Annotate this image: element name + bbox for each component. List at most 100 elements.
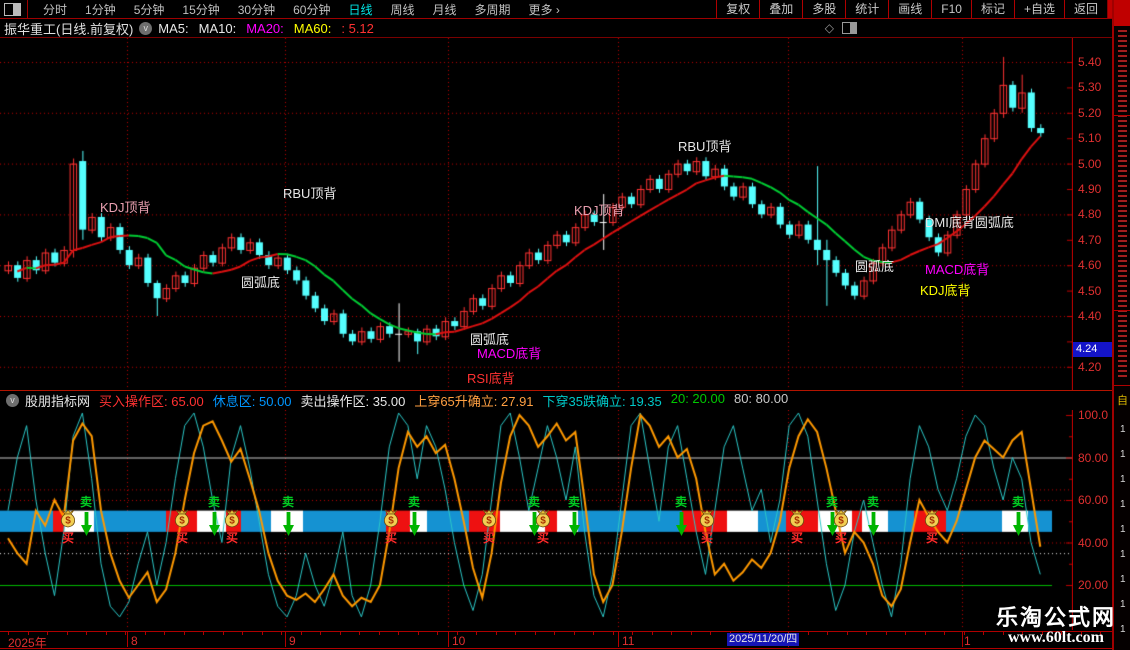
axis-tick bbox=[846, 632, 848, 635]
diamond-icon[interactable]: ◇ bbox=[825, 21, 834, 35]
toolbar-button-画线[interactable]: 画线 bbox=[888, 0, 931, 18]
date-axis[interactable]: 2025年 8 9 10 11 1 2025/11/20/四 bbox=[0, 631, 1113, 650]
svg-text:$: $ bbox=[794, 516, 800, 527]
axis-tick bbox=[671, 632, 672, 635]
date-label: 9 bbox=[289, 634, 296, 648]
indicator-param: 上穿65升确立: 27.91 bbox=[414, 393, 534, 409]
right-sidebar-strip[interactable]: 自 1 1 1 1 1 1 1 1 1 bbox=[1112, 0, 1130, 650]
axis-tick bbox=[593, 632, 594, 635]
period-tabs: 分时 1分钟 5分钟 15分钟 30分钟 60分钟 日线 周线 月线 多周期 更多 › bbox=[34, 1, 569, 18]
period-tab-周线[interactable]: 周线 bbox=[381, 1, 423, 18]
indicator-axis-label: 40.00 bbox=[1078, 535, 1109, 550]
strip-header-block bbox=[1114, 0, 1130, 26]
toolbar-button-返回[interactable]: 返回 bbox=[1063, 0, 1107, 18]
buy-signal-label: 买 bbox=[226, 531, 239, 545]
sell-signal-label: 卖 bbox=[568, 495, 581, 509]
axis-tick bbox=[905, 632, 906, 635]
pane-toggle-icon[interactable] bbox=[842, 22, 857, 34]
chevron-down-icon[interactable]: v bbox=[6, 393, 19, 407]
period-tab-日线[interactable]: 日线 bbox=[339, 1, 381, 18]
sell-signal-label: 卖 bbox=[282, 495, 295, 509]
moneybag-icon: $ bbox=[58, 509, 78, 530]
period-tab-1分钟[interactable]: 1分钟 bbox=[76, 1, 125, 18]
price-axis-label: 4.70 bbox=[1078, 232, 1102, 247]
moneybag-icon: $ bbox=[479, 509, 499, 530]
sell-signal-label: 卖 bbox=[528, 495, 541, 509]
axis-tick bbox=[476, 632, 477, 635]
chart-annotation: DMI底背圆弧底 bbox=[925, 215, 1014, 230]
svg-text:$: $ bbox=[929, 516, 935, 527]
strip-tab[interactable]: 自 bbox=[1117, 392, 1128, 408]
price-axis-label: 4.60 bbox=[1078, 258, 1102, 273]
axis-tick bbox=[359, 632, 360, 635]
strip-rank-item: 1 bbox=[1120, 549, 1126, 560]
month-gridline bbox=[618, 632, 619, 647]
indicator-param: 80: 80.00 bbox=[733, 390, 789, 406]
axis-tick bbox=[866, 632, 867, 635]
moneybag-icon: $ bbox=[697, 509, 717, 530]
buy-signal-label: 买 bbox=[537, 531, 550, 545]
axis-tick bbox=[144, 632, 146, 635]
indicator-header: v 股朋指标网 买入操作区: 65.00 休息区: 50.00 卖出操作区: 35.0… bbox=[0, 391, 1072, 409]
price-axis-label: 5.30 bbox=[1078, 80, 1102, 95]
strip-rank-item: 1 bbox=[1120, 624, 1126, 635]
period-tab-多周期[interactable]: 多周期 bbox=[466, 1, 520, 18]
period-tab-分时[interactable]: 分时 bbox=[34, 1, 76, 18]
indicator-axis-label: 80.00 bbox=[1078, 450, 1109, 465]
toolbar-button-多股[interactable]: 多股 bbox=[802, 0, 845, 18]
down-arrow-icon bbox=[868, 512, 879, 536]
period-tab-30分钟[interactable]: 30分钟 bbox=[229, 1, 284, 18]
axis-tick bbox=[924, 632, 926, 635]
axis-tick bbox=[1061, 632, 1062, 635]
period-tab-60分钟[interactable]: 60分钟 bbox=[284, 1, 339, 18]
period-tab-月线[interactable]: 月线 bbox=[424, 1, 466, 18]
ma-values: MA5: MA10: MA20: MA60:: 5.12 bbox=[158, 21, 384, 36]
axis-tick bbox=[573, 632, 575, 635]
month-gridline bbox=[127, 632, 128, 647]
toolbar-button-复权[interactable]: 复权 bbox=[716, 0, 759, 18]
toolbar-button-统计[interactable]: 统计 bbox=[845, 0, 888, 18]
toolbar-right-buttons: 复权 叠加 多股 统计 画线 F10 标记 +自选 返回 bbox=[716, 0, 1107, 18]
strip-vertical-text bbox=[1118, 30, 1127, 380]
axis-tick bbox=[47, 632, 48, 635]
period-tab-15分钟[interactable]: 15分钟 bbox=[173, 1, 228, 18]
price-axis-label: 4.90 bbox=[1078, 182, 1102, 196]
axis-tick bbox=[320, 632, 321, 635]
axis-tick bbox=[651, 632, 653, 635]
ma-label: MA10: bbox=[198, 20, 237, 36]
sell-signal-label: 卖 bbox=[1012, 495, 1025, 509]
main-candle-chart[interactable] bbox=[0, 38, 1073, 390]
down-arrow-icon bbox=[569, 512, 580, 536]
down-arrow-icon bbox=[1013, 512, 1024, 536]
axis-tick bbox=[183, 632, 185, 635]
period-tab-更多 ›[interactable]: 更多 › bbox=[520, 1, 569, 18]
toolbar-button-+自选[interactable]: +自选 bbox=[1013, 0, 1064, 18]
toolbar-button-标记[interactable]: 标记 bbox=[970, 0, 1014, 18]
axis-tick bbox=[807, 632, 809, 635]
axis-tick bbox=[554, 632, 555, 635]
price-axis-label: 4.20 bbox=[1078, 359, 1102, 374]
strip-rank-item: 1 bbox=[1120, 474, 1126, 485]
axis-tick bbox=[1080, 632, 1082, 635]
moneybag-icon: $ bbox=[381, 509, 401, 530]
toolbar-button-叠加[interactable]: 叠加 bbox=[759, 0, 802, 18]
sell-signal-label: 卖 bbox=[208, 495, 221, 509]
indicator-axis-label: 60.00 bbox=[1078, 493, 1109, 507]
chevron-down-icon[interactable]: v bbox=[139, 21, 153, 35]
chart-annotation: KDJ顶背 bbox=[574, 203, 625, 218]
toolbar-button-F10[interactable]: F10 bbox=[931, 0, 971, 18]
buy-signal-label: 买 bbox=[926, 531, 939, 545]
price-axis-label: 4.40 bbox=[1078, 309, 1102, 323]
chart-annotation: RBU顶背 bbox=[678, 139, 732, 154]
axis-tick bbox=[339, 632, 341, 635]
window-split-icon[interactable] bbox=[4, 2, 21, 16]
toolbar-divider bbox=[27, 0, 28, 18]
sell-signal-label: 卖 bbox=[80, 495, 93, 509]
moneybag-icon: $ bbox=[787, 509, 807, 530]
svg-text:$: $ bbox=[540, 516, 546, 527]
period-tab-5分钟[interactable]: 5分钟 bbox=[125, 1, 174, 18]
chart-annotation: MACD底背 bbox=[925, 262, 990, 277]
indicator-param: 卖出操作区: 35.00 bbox=[300, 393, 406, 409]
buy-signal-label: 买 bbox=[385, 531, 398, 545]
axis-tick bbox=[242, 632, 243, 635]
